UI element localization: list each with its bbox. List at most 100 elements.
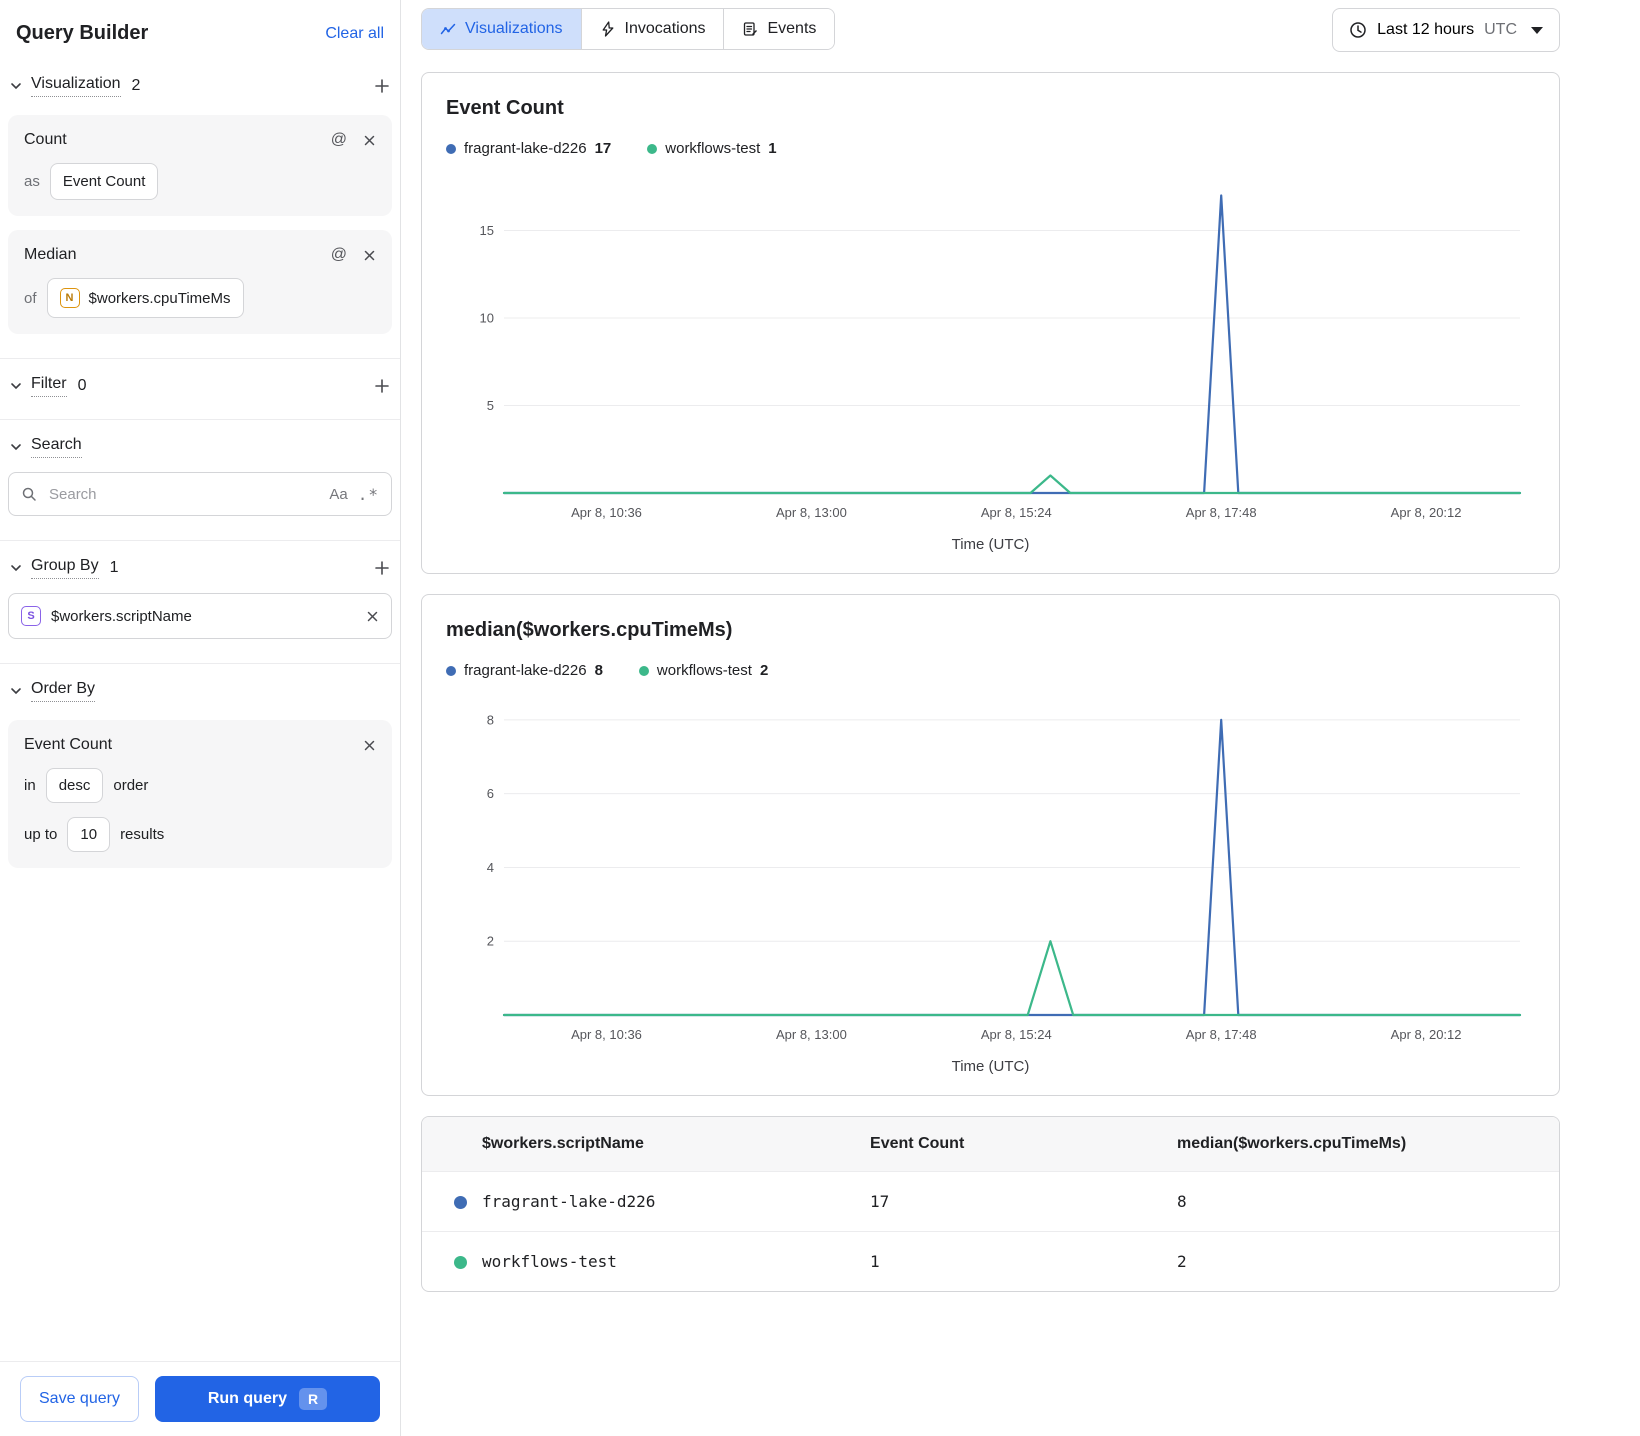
series-value: 17 [594,140,612,157]
chevron-down-icon[interactable] [10,380,22,392]
group-by-section: Group By 1 S $workers.scriptName [0,540,400,663]
order-by-field: Event Count [24,736,113,753]
script-name-cell: fragrant-lake-d226 [422,1171,855,1232]
visualization-count: 2 [131,77,141,94]
visualization-card-median: Median @ of N $workers.cpuTimeMs [8,230,392,334]
caret-down-icon [1531,26,1543,34]
svg-text:Apr 8, 17:48: Apr 8, 17:48 [1186,1027,1257,1042]
median-field-selector[interactable]: N $workers.cpuTimeMs [46,278,244,318]
search-section-label: Search [31,436,82,458]
time-range-label: Last 12 hours [1377,21,1475,38]
series-dot [638,665,649,676]
svg-text:Apr 8, 15:24: Apr 8, 15:24 [981,505,1052,520]
main-content: Visualizations Invocations Events Last 12 … [401,0,1640,1436]
series-dot [446,665,456,676]
series-dot [454,1196,467,1209]
series-name: workflows-test [656,662,752,679]
group-by-count: 1 [109,559,119,576]
chart-title: median($workers.cpuTimeMs) [446,619,733,641]
svg-text:Apr 8, 20:12: Apr 8, 20:12 [1391,505,1462,520]
x-axis-label: Time (UTC) [951,536,1030,553]
remove-group-by-button[interactable] [366,610,379,623]
add-filter-button[interactable] [374,378,390,394]
svg-text:6: 6 [487,786,494,801]
visualization-section: Visualization 2 Count @ as Event Count M… [0,59,400,358]
legend-item[interactable]: fragrant-lake-d226 17 [446,140,611,157]
sidebar-footer: Save query Run query R [0,1361,400,1436]
add-group-by-button[interactable] [374,560,390,576]
chart-title: Event Count [446,97,564,119]
median-cell: 8 [1161,1171,1559,1232]
svg-text:Apr 8, 17:48: Apr 8, 17:48 [1186,505,1257,520]
svg-text:Apr 8, 13:00: Apr 8, 13:00 [776,1027,847,1042]
chevron-down-icon[interactable] [10,562,22,574]
median-cell: 2 [1161,1231,1559,1291]
chevron-down-icon[interactable] [10,80,22,92]
svg-text:5: 5 [487,398,494,413]
legend-item[interactable]: fragrant-lake-d226 8 [446,662,603,679]
add-visualization-button[interactable] [374,78,390,94]
clear-all-button[interactable]: Clear all [325,25,384,43]
tab-events[interactable]: Events [723,9,835,49]
svg-text:Apr 8, 15:24: Apr 8, 15:24 [981,1027,1052,1042]
series-value: 8 [594,662,603,679]
sort-direction-selector[interactable]: desc [45,768,104,803]
close-icon[interactable] [363,249,376,262]
svg-text:15: 15 [480,223,494,238]
svg-text:10: 10 [480,311,494,326]
legend-item[interactable]: workflows-test 2 [638,662,769,679]
visualization-card-title: Count [24,131,67,148]
chart-line-icon [440,21,456,37]
line-chart: 2 4 6 8 Apr 8, 10:36 Apr 8, 13:00 Apr 8, 15:24… [487,712,1522,1042]
tab-visualizations[interactable]: Visualizations [422,9,581,49]
event-count-cell: 1 [854,1231,1162,1291]
search-input[interactable] [47,484,320,504]
series-name: fragrant-lake-d226 [464,662,587,679]
event-count-cell: 17 [854,1171,1162,1232]
save-query-button[interactable]: Save query [20,1376,139,1422]
order-by-card: Event Count in desc order up to 10 resul… [8,720,392,868]
series-name: fragrant-lake-d226 [464,140,587,157]
view-tabs: Visualizations Invocations Events [421,8,836,50]
tab-invocations[interactable]: Invocations [580,9,724,49]
at-icon[interactable]: @ [331,246,347,264]
clock-icon [1349,21,1367,39]
count-alias-field[interactable]: Event Count [49,163,159,200]
table-row[interactable]: workflows-test 1 2 [422,1231,1559,1291]
run-query-button[interactable]: Run query R [154,1376,380,1422]
in-label: in [24,777,36,794]
median-cpu-chart-card: median($workers.cpuTimeMs) fragrant-lake… [421,594,1560,1096]
number-field-icon: N [59,288,80,308]
svg-text:Apr 8, 20:12: Apr 8, 20:12 [1391,1027,1462,1042]
table-column-header: Event Count [854,1117,1162,1172]
visualization-section-label: Visualization [31,75,121,97]
filter-count: 0 [77,377,87,394]
group-by-field[interactable]: S $workers.scriptName [8,593,392,639]
time-range-dropdown[interactable]: Last 12 hours UTC [1332,8,1560,52]
order-by-section-label: Order By [31,680,96,702]
events-icon [742,21,758,37]
keyboard-shortcut-badge: R [298,1388,328,1410]
run-query-label: Run query [207,1390,287,1407]
line-chart: 5 10 15 Apr 8, 10:36 Apr 8, 13:00 Apr 8, 15:2… [480,194,1522,520]
close-icon[interactable] [363,134,376,147]
table-column-header: median($workers.cpuTimeMs) [1161,1117,1559,1172]
svg-text:Apr 8, 10:36: Apr 8, 10:36 [571,505,642,520]
match-case-icon[interactable]: Aa [329,486,347,503]
series-value: 2 [759,662,769,679]
group-by-field-value: $workers.scriptName [51,607,192,625]
regex-icon[interactable]: .* [358,485,379,504]
close-icon[interactable] [363,739,376,752]
table-row[interactable]: fragrant-lake-d226 17 8 [422,1171,1559,1232]
svg-text:Apr 8, 13:00: Apr 8, 13:00 [776,505,847,520]
chevron-down-icon[interactable] [10,441,22,453]
svg-text:4: 4 [487,860,494,875]
at-icon[interactable]: @ [331,131,347,149]
visualization-card-title: Median [24,246,77,263]
results-table-card: $workers.scriptName Event Count median($wo… [421,1116,1560,1292]
chevron-down-icon[interactable] [10,685,22,697]
result-limit-field[interactable]: 10 [67,817,111,852]
series-dot [446,143,456,154]
search-icon [21,486,37,502]
legend-item[interactable]: workflows-test 1 [647,140,777,157]
